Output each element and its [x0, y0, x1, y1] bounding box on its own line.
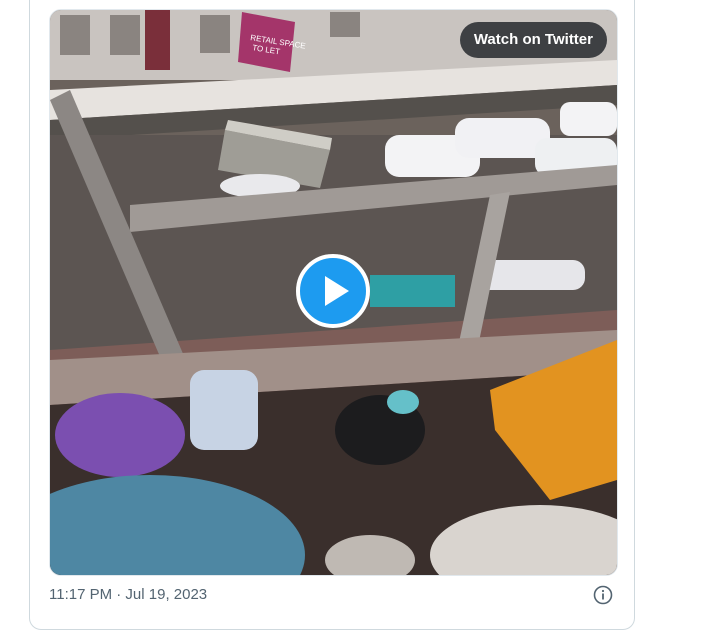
purple-cloth: [55, 393, 185, 477]
scroll-area: [707, 0, 724, 613]
info-icon[interactable]: [593, 585, 613, 605]
watch-on-twitter-button[interactable]: Watch on Twitter: [459, 22, 607, 58]
play-icon: [325, 276, 349, 306]
video-player[interactable]: RETAIL SPACE TO LET Watch on Twitter: [49, 9, 618, 576]
tweet-timestamp[interactable]: 11:17 PM · Jul 19, 2023: [49, 586, 207, 603]
bottle: [190, 370, 258, 450]
play-button[interactable]: [296, 254, 370, 328]
